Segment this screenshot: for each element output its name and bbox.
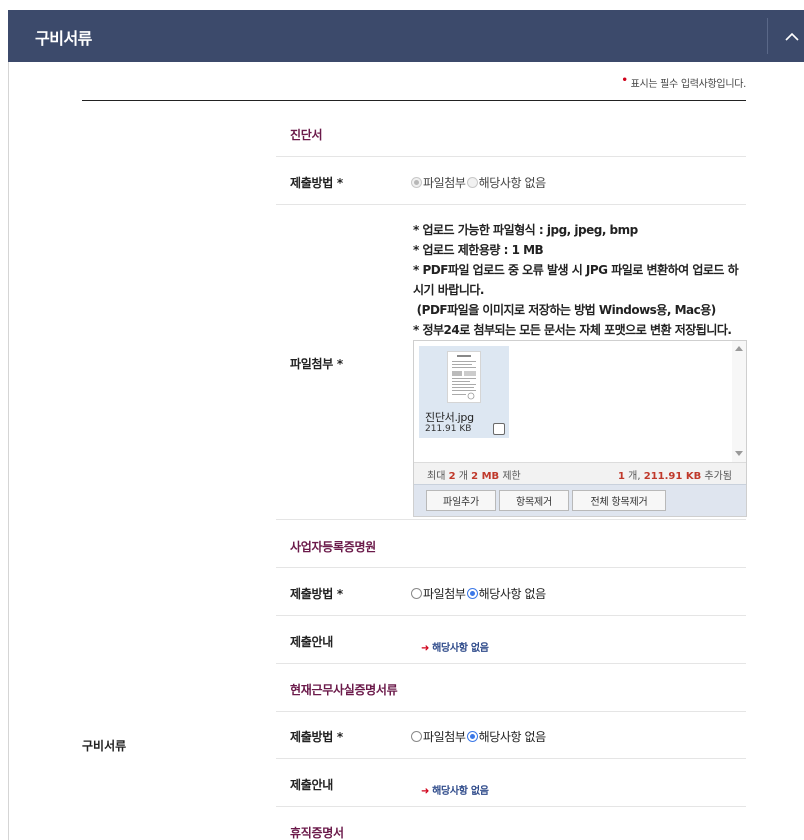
radio-file-attach[interactable] (411, 588, 422, 599)
divider (276, 615, 746, 616)
added-suffix: 추가됨 (704, 471, 732, 482)
divider (276, 758, 746, 759)
note-line: * PDF파일 업로드 중 오류 발생 시 JPG 파일로 변환하여 업로드 하 (413, 263, 739, 277)
add-file-button[interactable]: 파일추가 (426, 490, 496, 511)
method-radio-group: 파일첨부 해당사항 없음 (411, 174, 547, 191)
limit-size: 2 MB (471, 471, 500, 482)
guide-link[interactable]: ➜ 해당사항 없음 (421, 639, 489, 654)
header-divider (767, 18, 768, 54)
upload-notes: * 업로드 가능한 파일형식 : jpg, jpeg, bmp * 업로드 제한… (413, 220, 748, 340)
divider (276, 519, 746, 520)
radio-label: 해당사항 없음 (478, 176, 547, 190)
method-label: 제출방법 * (290, 176, 343, 190)
guide-label: 제출안내 (290, 635, 333, 649)
divider (276, 663, 746, 664)
section-header: 구비서류 (8, 10, 804, 62)
doc-title-employment-proof: 현재근무사실증명서류 (290, 683, 398, 697)
file-list-scrollbar[interactable] (732, 341, 746, 462)
file-uploader: 진단서.jpg 211.91 KB 최대 2 개 2 MB 제한 1 개, 21… (413, 340, 747, 517)
frame-border (8, 62, 9, 840)
radio-file-attach[interactable] (411, 177, 422, 188)
remove-all-button[interactable]: 전체 항목제거 (572, 490, 666, 511)
file-item[interactable]: 진단서.jpg 211.91 KB (419, 346, 509, 438)
scroll-down-icon[interactable] (735, 451, 743, 456)
method-label: 제출방법 * (290, 587, 343, 601)
divider (276, 711, 746, 712)
radio-label: 파일첨부 (423, 176, 466, 190)
guide-text: 해당사항 없음 (432, 786, 489, 797)
method-radio-group: 파일첨부 해당사항 없음 (411, 585, 547, 602)
guide-text: 해당사항 없음 (432, 643, 489, 654)
added-size: 211.91 KB (643, 471, 702, 482)
radio-label: 해당사항 없음 (478, 587, 547, 601)
divider (276, 204, 746, 205)
uploader-button-bar: 파일추가 항목제거 전체 항목제거 (414, 484, 746, 516)
file-size: 211.91 KB (425, 424, 472, 434)
divider (276, 156, 746, 157)
arrow-right-icon: ➜ (421, 643, 430, 654)
limit-count: 2 (448, 471, 456, 482)
limit-suffix: 제한 (502, 471, 521, 482)
upload-limit: 최대 2 개 2 MB 제한 (427, 467, 521, 482)
doc-title-business-registration: 사업자등록증명원 (290, 540, 376, 554)
row-header-documents: 구비서류 (82, 739, 127, 753)
radio-not-applicable[interactable] (466, 588, 478, 599)
required-note-text: 표시는 필수 입력사항입니다. (630, 79, 747, 90)
required-star: • (621, 75, 628, 86)
divider (276, 806, 746, 807)
required-note: • 표시는 필수 입력사항입니다. (621, 75, 746, 90)
collapse-button[interactable] (778, 20, 804, 52)
file-name: 진단서.jpg (425, 411, 474, 424)
attach-label: 파일첨부 * (290, 357, 343, 371)
limit-count-unit: 개 (458, 471, 468, 482)
file-drop-area[interactable]: 진단서.jpg 211.91 KB (414, 341, 746, 462)
note-line: * 업로드 제한용량 : 1 MB (413, 243, 544, 257)
doc-title-leave-certificate: 휴직증명서 (290, 826, 344, 840)
radio-label: 파일첨부 (423, 730, 466, 744)
added-count: 1 (618, 471, 625, 482)
radio-not-applicable[interactable] (466, 177, 478, 188)
note-line: (PDF파일을 이미지로 저장하는 방법 Windows용, Mac용) (413, 303, 717, 317)
guide-label: 제출안내 (290, 778, 333, 792)
method-label: 제출방법 * (290, 730, 343, 744)
upload-added: 1 개, 211.91 KB 추가됨 (618, 467, 732, 482)
table-top-border (82, 100, 746, 101)
remove-item-button[interactable]: 항목제거 (499, 490, 569, 511)
doc-title-diagnosis: 진단서 (290, 128, 323, 142)
scroll-up-icon[interactable] (735, 346, 743, 351)
method-radio-group: 파일첨부 해당사항 없음 (411, 728, 547, 745)
document-icon (452, 355, 476, 400)
radio-label: 파일첨부 (423, 587, 466, 601)
note-line: * 업로드 가능한 파일형식 : jpg, jpeg, bmp (413, 223, 638, 237)
limit-prefix: 최대 (427, 471, 446, 482)
file-thumbnail (447, 351, 481, 403)
divider (276, 567, 746, 568)
added-count-unit: 개, (628, 471, 641, 482)
radio-not-applicable[interactable] (466, 731, 478, 742)
radio-file-attach[interactable] (411, 731, 422, 742)
file-select-checkbox[interactable] (493, 423, 505, 435)
section-title: 구비서류 (35, 29, 92, 48)
arrow-right-icon: ➜ (421, 786, 430, 797)
chevron-up-icon (785, 32, 799, 41)
note-line: 시기 바랍니다. (413, 283, 484, 297)
note-line: * 정부24로 첨부되는 모든 문서는 자체 포맷으로 변환 저장됩니다. (413, 323, 732, 337)
radio-label: 해당사항 없음 (478, 730, 547, 744)
upload-status-bar: 최대 2 개 2 MB 제한 1 개, 211.91 KB 추가됨 (414, 462, 746, 484)
guide-link[interactable]: ➜ 해당사항 없음 (421, 782, 489, 797)
